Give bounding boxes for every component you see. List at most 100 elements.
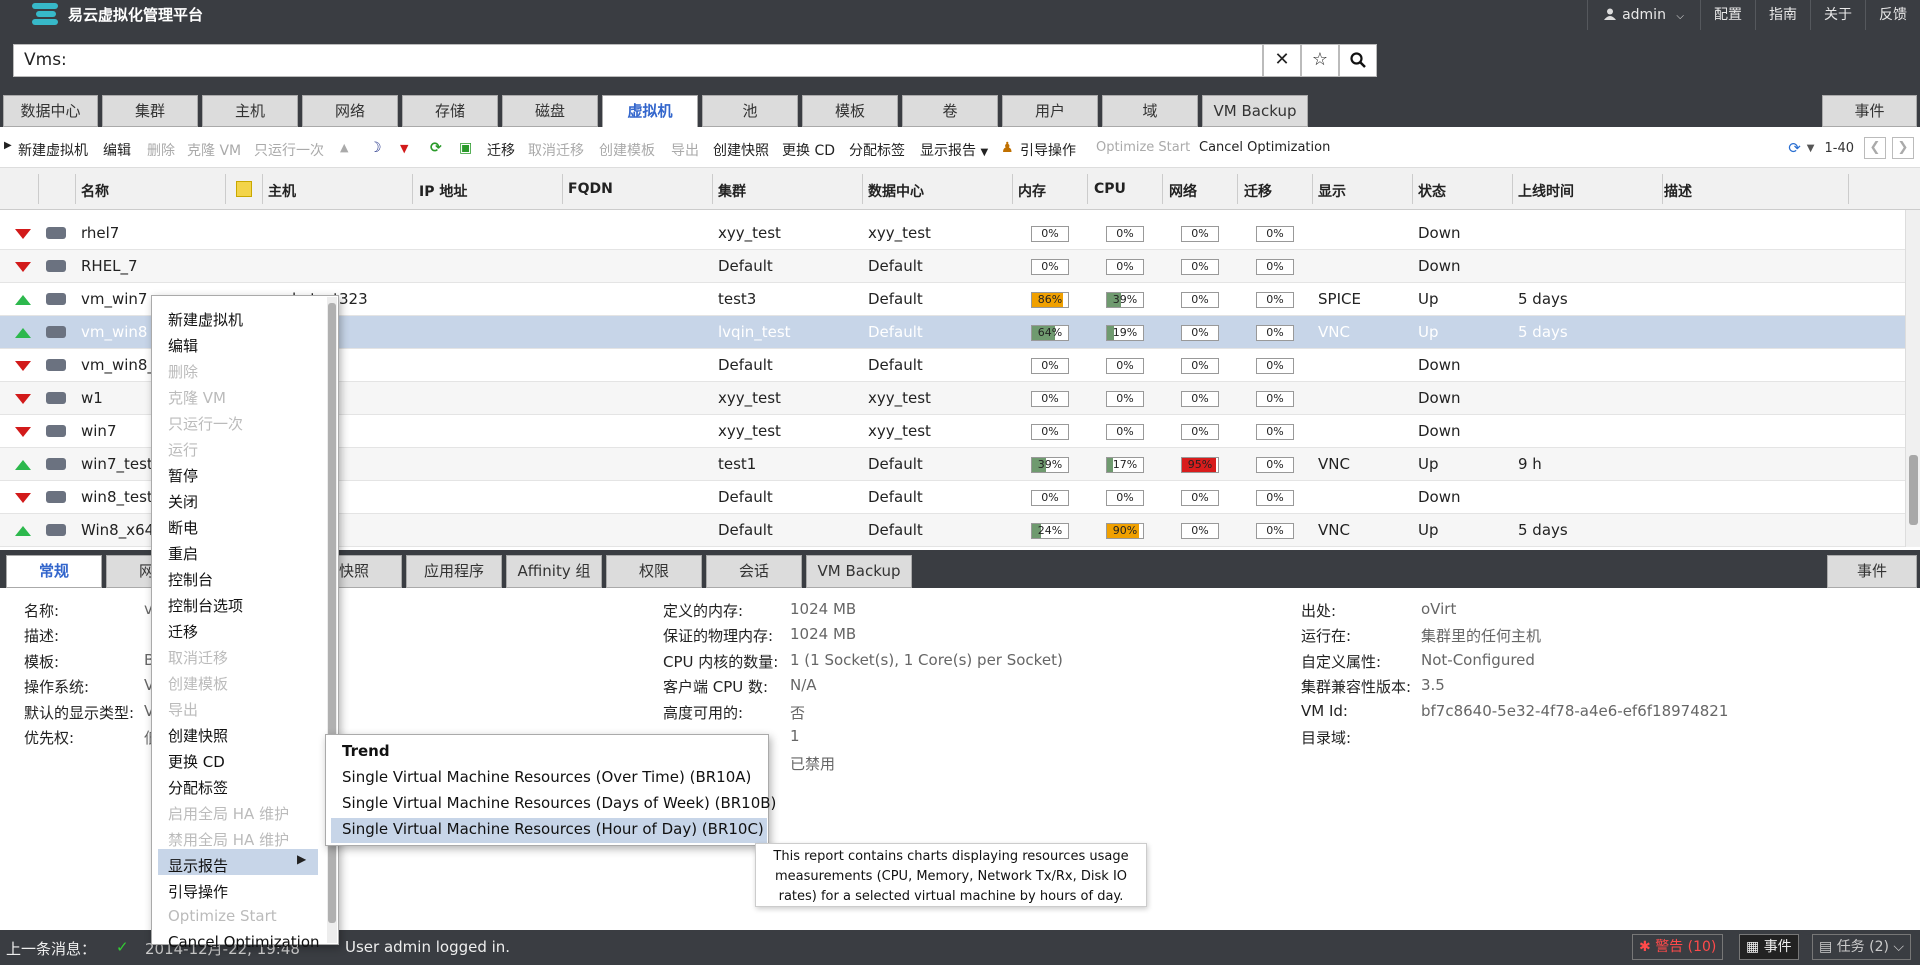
context-menu-item[interactable]: 禁用全局 HA 维护: [168, 829, 289, 850]
context-menu-item[interactable]: 控制台选项: [168, 595, 243, 616]
col-datacenter[interactable]: 数据中心: [868, 181, 924, 201]
tasks-button[interactable]: ▤ 任务 (2) ⌵: [1812, 934, 1912, 960]
col-status[interactable]: 状态: [1418, 181, 1446, 201]
tab-vm[interactable]: 虚拟机: [602, 95, 698, 128]
context-menu-item[interactable]: 断电: [168, 517, 198, 538]
subtab-vm-backup[interactable]: VM Backup: [806, 555, 912, 588]
report-item-br10b[interactable]: Single Virtual Machine Resources (Days o…: [342, 794, 776, 812]
new-vm-button[interactable]: 新建虚拟机: [18, 140, 88, 160]
context-menu-item[interactable]: 控制台: [168, 569, 213, 590]
tab-host[interactable]: 主机: [202, 95, 298, 127]
shutdown-icon[interactable]: ▼: [400, 142, 408, 155]
reboot-icon[interactable]: ⟳: [430, 140, 442, 156]
context-menu-item[interactable]: Optimize Start: [168, 907, 277, 925]
events-button[interactable]: ▦ 事件: [1739, 934, 1799, 960]
show-report-button[interactable]: 显示报告 ▼: [920, 140, 988, 160]
tab-datacenter[interactable]: 数据中心: [3, 95, 98, 127]
context-menu-item[interactable]: 克隆 VM: [168, 387, 226, 408]
context-menu-item[interactable]: 删除: [168, 361, 198, 382]
prev-page-button[interactable]: ❮: [1864, 137, 1886, 159]
report-item-br10c[interactable]: Single Virtual Machine Resources (Hour o…: [342, 820, 764, 838]
context-menu-item[interactable]: 取消迁移: [168, 647, 228, 668]
tab-storage[interactable]: 存储: [402, 95, 498, 127]
suspend-icon[interactable]: ☽: [369, 140, 382, 156]
context-menu-item[interactable]: 新建虚拟机: [168, 309, 243, 330]
tab-cluster[interactable]: 集群: [102, 95, 198, 127]
context-menu-item[interactable]: 导出: [168, 699, 198, 720]
run-once-button[interactable]: 只运行一次: [254, 140, 324, 160]
context-menu-item[interactable]: 重启: [168, 543, 198, 564]
create-snapshot-button[interactable]: 创建快照: [713, 140, 769, 160]
link-guide[interactable]: 指南: [1755, 0, 1810, 30]
guide-button[interactable]: 引导操作: [1020, 140, 1076, 160]
col-uptime[interactable]: 上线时间: [1518, 181, 1574, 201]
refresh-icon[interactable]: ⟳: [1788, 139, 1801, 157]
subtab-applications[interactable]: 应用程序: [406, 555, 502, 588]
subtab-general[interactable]: 常规: [6, 555, 102, 588]
run-icon[interactable]: ▲: [340, 141, 348, 154]
clear-search-button[interactable]: ✕: [1263, 44, 1301, 77]
search-button[interactable]: [1339, 44, 1377, 77]
tab-template[interactable]: 模板: [802, 95, 898, 127]
col-memory[interactable]: 内存: [1018, 181, 1046, 201]
clone-vm-button[interactable]: 克隆 VM: [187, 140, 241, 160]
context-menu-item[interactable]: 创建模板: [168, 673, 228, 694]
edit-button[interactable]: 编辑: [103, 140, 131, 160]
col-cluster[interactable]: 集群: [718, 181, 746, 201]
context-menu-item[interactable]: 只运行一次: [168, 413, 243, 434]
col-cpu[interactable]: CPU: [1094, 181, 1126, 197]
expand-icon[interactable]: ▶: [4, 140, 12, 151]
menu-scrollbar[interactable]: [327, 297, 337, 943]
change-cd-button[interactable]: 更换 CD: [782, 140, 835, 160]
context-menu-item[interactable]: 关闭: [168, 491, 198, 512]
context-menu-item[interactable]: 引导操作: [168, 881, 228, 902]
tab-domain[interactable]: 域: [1102, 95, 1198, 127]
context-menu-item[interactable]: 分配标签: [168, 777, 228, 798]
context-menu-item[interactable]: 创建快照: [168, 725, 228, 746]
col-network[interactable]: 网络: [1169, 181, 1197, 201]
cancel-migrate-button[interactable]: 取消迁移: [528, 140, 584, 160]
col-display[interactable]: 显示: [1318, 181, 1346, 201]
col-name[interactable]: 名称: [81, 181, 109, 201]
context-menu-item[interactable]: 运行: [168, 439, 198, 460]
remove-button[interactable]: 删除: [147, 140, 175, 160]
col-description[interactable]: 描述: [1664, 181, 1692, 201]
tab-pool[interactable]: 池: [702, 95, 798, 127]
assign-tags-button[interactable]: 分配标签: [849, 140, 905, 160]
cancel-optimization-button[interactable]: Cancel Optimization: [1199, 140, 1330, 155]
table-row[interactable]: rhel7 xyy_test xyy_test 0% 0% 0% 0% Down: [0, 217, 1905, 250]
tab-events[interactable]: 事件: [1822, 95, 1917, 127]
subtab-affinity[interactable]: Affinity 组: [506, 555, 602, 588]
next-page-button[interactable]: ❯: [1892, 137, 1914, 159]
subtab-permissions[interactable]: 权限: [606, 555, 702, 588]
context-menu-item[interactable]: 暂停: [168, 465, 198, 486]
bookmark-button[interactable]: ☆: [1301, 44, 1339, 77]
link-config[interactable]: 配置: [1700, 0, 1755, 30]
context-menu-item[interactable]: 编辑: [168, 335, 198, 356]
context-menu-item[interactable]: 迁移: [168, 621, 198, 642]
alerts-button[interactable]: ✱ 警告 (10): [1632, 934, 1724, 960]
context-menu-item[interactable]: 更换 CD: [168, 751, 225, 772]
tab-disk[interactable]: 磁盘: [502, 95, 598, 127]
optimize-start-button[interactable]: Optimize Start: [1096, 140, 1190, 155]
migrate-button[interactable]: 迁移: [487, 140, 515, 160]
subtab-sessions[interactable]: 会话: [706, 555, 802, 588]
search-input[interactable]: Vms:: [13, 44, 1263, 77]
export-button[interactable]: 导出: [671, 140, 699, 160]
col-fqdn[interactable]: FQDN: [568, 181, 613, 197]
context-menu-item[interactable]: 显示报告: [168, 855, 228, 876]
grid-scrollbar[interactable]: [1905, 210, 1920, 547]
col-migration[interactable]: 迁移: [1244, 181, 1272, 201]
create-template-button[interactable]: 创建模板: [599, 140, 655, 160]
link-feedback[interactable]: 反馈: [1865, 0, 1920, 30]
tab-network[interactable]: 网络: [302, 95, 398, 127]
console-icon[interactable]: ▣: [459, 140, 472, 156]
link-about[interactable]: 关于: [1810, 0, 1865, 30]
user-menu[interactable]: admin ⌵: [1587, 0, 1700, 30]
table-row[interactable]: RHEL_7 Default Default 0% 0% 0% 0% Down: [0, 250, 1905, 283]
context-menu-item[interactable]: Cancel Optimization: [168, 933, 320, 951]
tab-volume[interactable]: 卷: [902, 95, 998, 127]
tab-vm-backup[interactable]: VM Backup: [1202, 95, 1308, 127]
report-item-br10a[interactable]: Single Virtual Machine Resources (Over T…: [342, 768, 751, 786]
context-menu-item[interactable]: 启用全局 HA 维护: [168, 803, 289, 824]
